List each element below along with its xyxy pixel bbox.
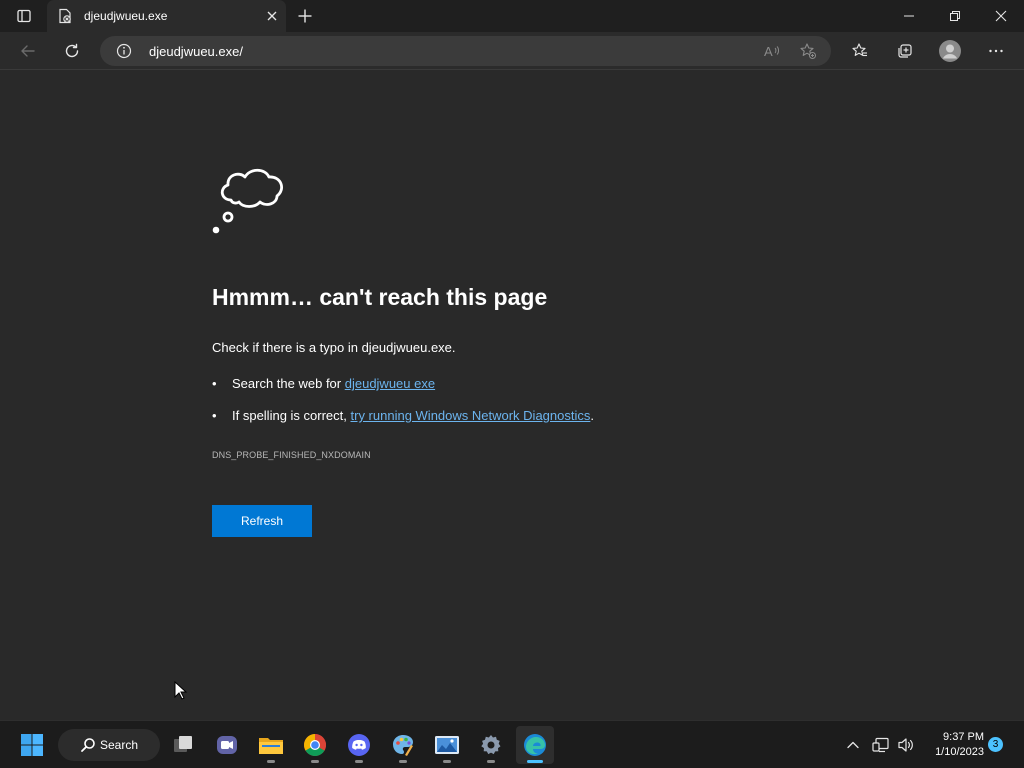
- typo-hint: Check if there is a typo in djeudjwueu.e…: [212, 340, 456, 355]
- photos-icon: [435, 736, 459, 754]
- show-hidden-icons-button[interactable]: [840, 731, 866, 759]
- refresh-button[interactable]: Refresh: [212, 505, 312, 537]
- running-indicator: [311, 760, 319, 763]
- restore-button[interactable]: [932, 0, 978, 32]
- file-explorer-icon: [259, 738, 283, 754]
- address-bar[interactable]: djeudjwueu.exe/ A: [100, 36, 831, 66]
- reload-button[interactable]: [56, 36, 88, 66]
- collections-button[interactable]: [889, 36, 921, 66]
- site-info-icon[interactable]: [116, 43, 132, 59]
- network-diagnostics-link[interactable]: try running Windows Network Diagnostics: [351, 408, 591, 423]
- back-button[interactable]: [12, 36, 44, 66]
- mouse-cursor-icon: [174, 680, 188, 701]
- bullet: •: [212, 408, 217, 423]
- browser-toolbar: djeudjwueu.exe/ A: [0, 32, 1024, 70]
- suggestion-diagnostics-suffix: .: [590, 408, 594, 423]
- clock-time: 9:37 PM: [943, 731, 984, 743]
- discord-icon: [348, 734, 370, 756]
- page-content: Hmmm… can't reach this page Check if the…: [0, 71, 1024, 720]
- error-headline: Hmmm… can't reach this page: [212, 284, 548, 310]
- tab-actions-icon[interactable]: [8, 4, 40, 28]
- close-icon: [995, 10, 1007, 22]
- teams-chat-icon: [217, 736, 237, 754]
- title-bar: djeudjwueu.exe: [0, 0, 1024, 32]
- collections-icon: [898, 44, 912, 58]
- notification-badge[interactable]: 3: [988, 737, 1003, 752]
- taskbar: Search 9:37 PM 1/10/2023 3: [0, 720, 1024, 768]
- error-code: DNS_PROBE_FINISHED_NXDOMAIN: [212, 450, 371, 460]
- plus-icon: [298, 9, 312, 23]
- suggestion-search-prefix: Search the web for: [232, 376, 345, 391]
- svg-text:A: A: [764, 44, 773, 59]
- active-app-indicator: [527, 760, 543, 763]
- avatar-icon: [939, 40, 961, 62]
- reload-icon: [65, 43, 79, 58]
- favorites-button[interactable]: [844, 36, 876, 66]
- edge-icon: [524, 734, 546, 756]
- close-tab-icon[interactable]: [264, 8, 280, 24]
- more-options-icon: [989, 49, 1003, 53]
- network-icon: [872, 737, 889, 753]
- settings-icon: [481, 735, 501, 755]
- task-view-button[interactable]: [164, 726, 202, 764]
- chrome-button[interactable]: [296, 726, 334, 764]
- chrome-icon: [304, 734, 326, 756]
- edge-button[interactable]: [516, 726, 554, 764]
- close-window-button[interactable]: [978, 0, 1024, 32]
- start-button[interactable]: [13, 726, 51, 764]
- bullet: •: [212, 376, 217, 391]
- chevron-up-icon: [847, 741, 859, 749]
- paint-icon: [393, 735, 413, 756]
- volume-button[interactable]: [893, 731, 919, 759]
- system-clock[interactable]: 9:37 PM 1/10/2023: [922, 730, 984, 760]
- thought-cloud-icon: [211, 160, 287, 236]
- settings-button[interactable]: [472, 726, 510, 764]
- taskbar-search[interactable]: Search: [58, 729, 160, 761]
- favorites-icon: [852, 43, 867, 57]
- url-text[interactable]: djeudjwueu.exe/: [149, 44, 243, 59]
- file-explorer-button[interactable]: [252, 726, 290, 764]
- new-tab-button[interactable]: [292, 4, 318, 28]
- restore-icon: [950, 11, 960, 21]
- search-label: Search: [100, 738, 139, 752]
- clock-date: 1/10/2023: [935, 746, 984, 758]
- read-aloud-icon[interactable]: A: [758, 38, 786, 64]
- running-indicator: [487, 760, 495, 763]
- browser-tab[interactable]: djeudjwueu.exe: [47, 0, 286, 32]
- add-favorite-icon[interactable]: [794, 38, 822, 64]
- running-indicator: [399, 760, 407, 763]
- photos-button[interactable]: [428, 726, 466, 764]
- back-arrow-icon: [21, 45, 35, 57]
- suggestion-search-web: • Search the web for djeudjwueu exe: [212, 376, 435, 391]
- search-icon: [80, 737, 96, 758]
- volume-icon: [898, 738, 913, 752]
- minimize-button[interactable]: [886, 0, 932, 32]
- task-view-icon: [174, 736, 192, 752]
- windows-start-icon: [21, 734, 43, 756]
- settings-menu-button[interactable]: [980, 36, 1012, 66]
- paint-button[interactable]: [384, 726, 422, 764]
- profile-button[interactable]: [934, 36, 966, 66]
- suggestion-diagnostics: • If spelling is correct, try running Win…: [212, 408, 594, 423]
- teams-chat-button[interactable]: [208, 726, 246, 764]
- running-indicator: [443, 760, 451, 763]
- minimize-icon: [904, 15, 914, 17]
- suggestion-diagnostics-prefix: If spelling is correct,: [232, 408, 351, 423]
- network-button[interactable]: [868, 731, 894, 759]
- running-indicator: [355, 760, 363, 763]
- discord-button[interactable]: [340, 726, 378, 764]
- broken-page-icon: [57, 8, 73, 24]
- running-indicator: [267, 760, 275, 763]
- search-web-link[interactable]: djeudjwueu exe: [345, 376, 435, 391]
- tab-title: djeudjwueu.exe: [84, 9, 168, 23]
